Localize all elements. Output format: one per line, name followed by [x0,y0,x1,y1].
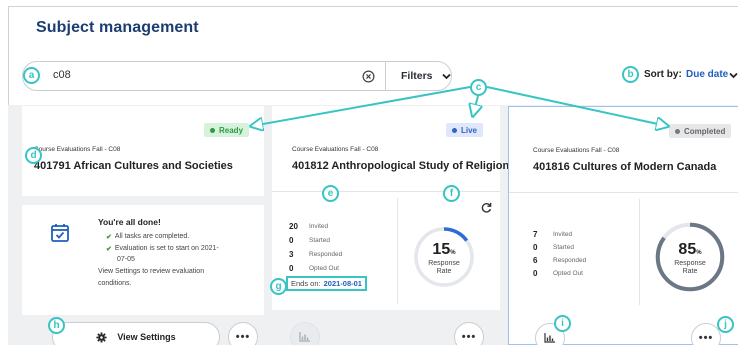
callout-e: e [322,185,339,202]
callout-i: i [554,315,571,332]
callout-a: a [23,67,40,84]
callout-j: j [717,316,734,333]
callout-arrows [0,86,738,345]
callout-h: h [48,317,65,334]
callout-f: f [443,185,460,202]
callout-c: c [470,79,487,96]
callout-g: g [270,278,287,295]
callout-d: d [25,147,42,164]
callout-b: b [622,66,639,83]
